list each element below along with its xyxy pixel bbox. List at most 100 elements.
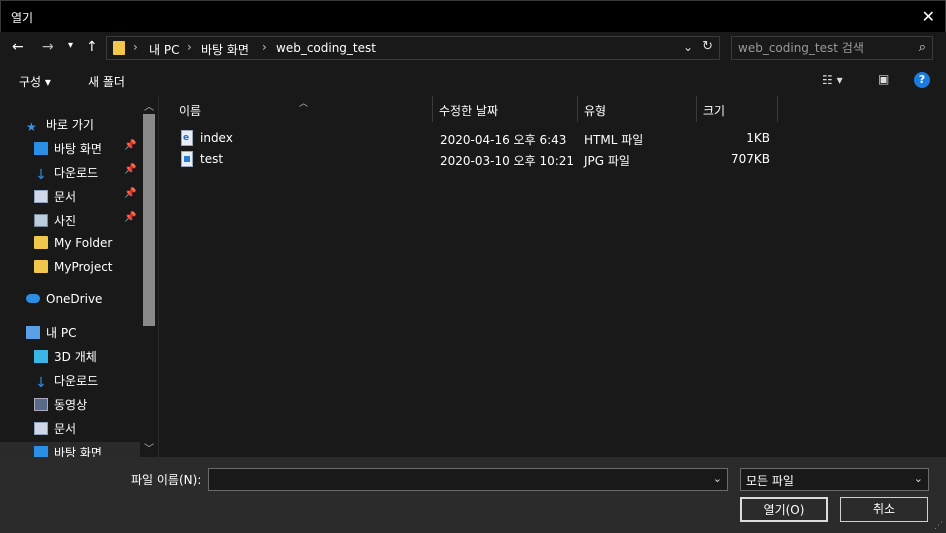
scrollbar-thumb[interactable] bbox=[143, 114, 155, 326]
address-bar[interactable]: › 내 PC › 바탕 화면 › web_coding_test ⌄ ↻ bbox=[106, 36, 720, 60]
breadcrumb-desktop[interactable]: 바탕 화면 bbox=[201, 41, 249, 58]
nav-label: 다운로드 bbox=[54, 166, 99, 180]
nav-pc-downloads[interactable]: ↓ 다운로드 bbox=[34, 372, 99, 391]
filename-label: 파일 이름(N): bbox=[131, 473, 202, 487]
html-file-icon: e bbox=[181, 130, 193, 146]
pictures-icon bbox=[34, 214, 48, 227]
folder-icon bbox=[34, 236, 48, 249]
nav-this-pc[interactable]: 내 PC bbox=[26, 324, 76, 341]
breadcrumb-chevron-icon[interactable]: › bbox=[187, 40, 192, 54]
file-name: test bbox=[200, 152, 224, 166]
back-arrow-icon[interactable]: ← bbox=[12, 39, 24, 55]
preview-pane-icon[interactable]: ▣ bbox=[878, 72, 889, 86]
column-header-size[interactable]: 크기 bbox=[697, 96, 778, 122]
nav-item-myproject[interactable]: MyProject bbox=[34, 260, 113, 274]
nav-label: 문서 bbox=[54, 422, 77, 436]
document-icon bbox=[34, 190, 48, 203]
resize-grip-icon[interactable]: ⋰ bbox=[934, 521, 943, 531]
nav-onedrive[interactable]: OneDrive bbox=[26, 292, 102, 306]
document-icon bbox=[34, 422, 48, 435]
breadcrumb-current-folder[interactable]: web_coding_test bbox=[276, 41, 376, 55]
breadcrumb-chevron-icon[interactable]: › bbox=[262, 40, 267, 54]
file-row[interactable]: e index 2020-04-16 오후 6:43 HTML 파일 1KB bbox=[159, 129, 799, 149]
search-input[interactable] bbox=[738, 40, 908, 56]
file-size: 1KB bbox=[746, 131, 770, 145]
nav-pc-desktop[interactable]: 바탕 화면 bbox=[34, 444, 102, 457]
nav-label: MyProject bbox=[54, 260, 113, 274]
navigation-pane: ★ 바로 가기 바탕 화면 📌 ↓ 다운로드 📌 문서 📌 사진 📌 My Fold… bbox=[0, 96, 158, 457]
command-bar: 구성 ▾ 새 폴더 ☷ ▾ ▣ ? bbox=[0, 64, 946, 96]
refresh-icon[interactable]: ↻ bbox=[702, 39, 713, 54]
video-icon bbox=[34, 398, 48, 411]
search-icon[interactable]: ⌕ bbox=[919, 40, 926, 55]
column-header-date[interactable]: 수정한 날짜 bbox=[433, 96, 578, 122]
file-row[interactable]: test 2020-03-10 오후 10:21 JPG 파일 707KB bbox=[159, 150, 799, 170]
nav-quick-access[interactable]: ★ 바로 가기 bbox=[26, 116, 94, 134]
forward-arrow-icon[interactable]: → bbox=[42, 39, 54, 55]
nav-label: 내 PC bbox=[46, 326, 77, 340]
recent-locations-chevron-icon[interactable]: ▾ bbox=[68, 40, 73, 51]
nav-item-documents[interactable]: 문서 📌 bbox=[34, 188, 136, 205]
folder-icon bbox=[34, 260, 48, 273]
title-bar: 열기 ✕ bbox=[0, 0, 946, 32]
file-type: JPG 파일 bbox=[584, 154, 630, 168]
scroll-down-icon[interactable]: ﹀ bbox=[144, 440, 154, 455]
nav-pc-documents[interactable]: 문서 bbox=[34, 420, 76, 437]
help-icon[interactable]: ? bbox=[914, 72, 930, 88]
close-icon[interactable]: ✕ bbox=[922, 7, 935, 26]
nav-label: OneDrive bbox=[46, 292, 103, 306]
cloud-icon bbox=[26, 294, 40, 303]
nav-label: 3D 개체 bbox=[54, 350, 97, 364]
breadcrumb-chevron-icon[interactable]: › bbox=[133, 40, 138, 54]
nav-label: My Folder bbox=[54, 236, 113, 250]
filename-input[interactable] bbox=[213, 472, 703, 488]
download-arrow-icon: ↓ bbox=[35, 167, 47, 183]
nav-label: 사진 bbox=[54, 214, 77, 228]
filetype-select[interactable]: 모든 파일 ⌄ bbox=[740, 468, 929, 491]
download-arrow-icon: ↓ bbox=[35, 375, 47, 391]
desktop-icon bbox=[34, 142, 48, 155]
organize-button[interactable]: 구성 ▾ bbox=[19, 73, 51, 90]
desktop-icon bbox=[34, 446, 48, 457]
jpg-file-icon bbox=[181, 151, 193, 167]
new-folder-button[interactable]: 새 폴더 bbox=[88, 73, 125, 90]
cube-icon bbox=[34, 350, 48, 363]
file-type: HTML 파일 bbox=[584, 133, 644, 147]
scroll-up-icon[interactable]: ︿ bbox=[144, 98, 154, 113]
nav-item-pictures[interactable]: 사진 📌 bbox=[34, 212, 136, 229]
filename-combobox[interactable]: ⌄ bbox=[208, 468, 728, 491]
column-header-name[interactable]: 이름 bbox=[173, 96, 433, 122]
computer-icon bbox=[26, 326, 40, 339]
nav-scrollbar[interactable]: ︿ ﹀ bbox=[140, 96, 158, 457]
nav-item-downloads[interactable]: ↓ 다운로드 📌 bbox=[34, 164, 136, 183]
chevron-down-icon[interactable]: ⌄ bbox=[713, 472, 722, 485]
up-arrow-icon[interactable]: ↑ bbox=[86, 39, 98, 55]
nav-label: 문서 bbox=[54, 190, 77, 204]
address-dropdown-chevron-icon[interactable]: ⌄ bbox=[683, 40, 693, 54]
pin-icon[interactable]: 📌 bbox=[124, 212, 136, 223]
pin-icon[interactable]: 📌 bbox=[124, 164, 136, 175]
pin-icon[interactable]: 📌 bbox=[124, 140, 136, 151]
file-list: ︿ 이름 수정한 날짜 유형 크기 e index 2020-04-16 오후 … bbox=[158, 96, 946, 457]
nav-label: 바로 가기 bbox=[46, 118, 94, 132]
view-options-icon[interactable]: ☷ ▾ bbox=[822, 73, 843, 87]
pin-icon[interactable]: 📌 bbox=[124, 188, 136, 199]
chevron-down-icon[interactable]: ⌄ bbox=[914, 472, 923, 485]
search-box[interactable]: ⌕ bbox=[731, 36, 933, 60]
nav-label: 다운로드 bbox=[54, 374, 99, 388]
file-name: index bbox=[200, 131, 233, 145]
nav-pc-videos[interactable]: 동영상 bbox=[34, 396, 87, 413]
breadcrumb-this-pc[interactable]: 내 PC bbox=[149, 41, 179, 58]
nav-item-desktop[interactable]: 바탕 화면 📌 bbox=[34, 140, 136, 157]
filetype-value: 모든 파일 bbox=[746, 474, 794, 488]
nav-label: 바탕 화면 bbox=[54, 446, 102, 457]
file-size: 707KB bbox=[730, 152, 770, 166]
nav-item-my-folder[interactable]: My Folder bbox=[34, 236, 112, 250]
cancel-button[interactable]: 취소 bbox=[840, 497, 928, 522]
address-row: ← → ▾ ↑ › 내 PC › 바탕 화면 › web_coding_test… bbox=[0, 32, 946, 64]
nav-pc-3d-objects[interactable]: 3D 개체 bbox=[34, 348, 97, 365]
file-date: 2020-03-10 오후 10:21 bbox=[440, 154, 575, 168]
nav-label: 동영상 bbox=[54, 398, 88, 412]
open-button[interactable]: 열기(O) bbox=[740, 497, 828, 522]
column-header-type[interactable]: 유형 bbox=[578, 96, 697, 122]
